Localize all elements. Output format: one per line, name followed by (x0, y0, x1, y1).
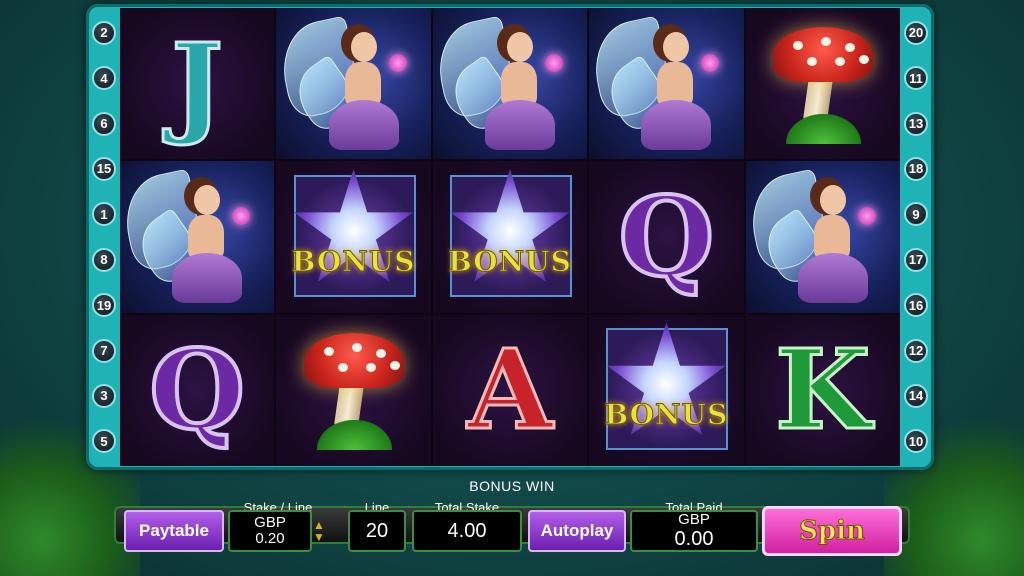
mushroom-symbol (768, 19, 878, 149)
payline-marker-left-6[interactable]: 6 (92, 111, 116, 136)
reel-cell: J (120, 8, 275, 160)
payline-marker-right-14[interactable]: 14 (904, 383, 928, 408)
bonus-symbol: BONUS (284, 167, 424, 307)
total-paid-field: GBP 0.00 (630, 510, 758, 552)
payline-markers-right: 20 11 13 18 9 17 16 12 14 10 (902, 10, 930, 464)
total-paid-value: 0.00 (674, 528, 714, 550)
reel-cell: BONUS (432, 161, 588, 313)
payline-marker-left-4[interactable]: 4 (92, 66, 116, 91)
paytable-button[interactable]: Paytable (124, 510, 224, 552)
reel-cell: BONUS (276, 161, 431, 313)
letter-symbol-j: J (170, 18, 225, 148)
stake-currency: GBP (254, 514, 286, 531)
letter-symbol-q: Q (616, 171, 716, 301)
bonus-symbol-label: BONUS (604, 398, 729, 432)
reel-cell (276, 314, 431, 466)
fairy-symbol (276, 14, 419, 154)
reel-cell (120, 161, 275, 313)
payline-marker-left-3[interactable]: 3 (92, 383, 116, 408)
letter-symbol-k: K (773, 325, 872, 455)
payline-marker-left-5[interactable]: 5 (92, 429, 116, 454)
payline-marker-right-12[interactable]: 12 (904, 338, 928, 363)
fairy-symbol (432, 14, 575, 154)
reel-cell (745, 161, 900, 313)
payline-marker-left-1[interactable]: 1 (92, 202, 116, 227)
bonus-symbol-label: BONUS (448, 244, 572, 278)
reel-cell (432, 8, 588, 160)
reel-cell (276, 8, 431, 160)
fairy-symbol (120, 167, 262, 307)
fairy-symbol (745, 167, 888, 307)
letter-symbol-a: A (466, 325, 554, 455)
payline-marker-left-7[interactable]: 7 (92, 338, 116, 363)
payline-markers-left: 2 4 6 15 1 8 19 7 3 5 (90, 10, 118, 464)
reel-grid: J BONUS BONUS Q Q A BONUS K (120, 8, 900, 466)
control-panel: BONUS WIN Paytable Stake / Line GBP 0.20… (114, 474, 910, 574)
bonus-symbol: BONUS (440, 167, 580, 307)
payline-marker-right-9[interactable]: 9 (904, 202, 928, 227)
bonus-symbol: BONUS (596, 320, 736, 460)
reel-cell: BONUS (589, 314, 744, 466)
bonus-symbol-label: BONUS (291, 244, 416, 278)
reel-cell: A (432, 314, 588, 466)
stake-down-icon[interactable]: ▼ (313, 531, 325, 543)
payline-marker-left-2[interactable]: 2 (92, 20, 116, 45)
total-stake-field: 4.00 (412, 510, 522, 552)
payline-marker-right-16[interactable]: 16 (904, 293, 928, 318)
fairy-symbol (589, 14, 731, 154)
payline-marker-right-11[interactable]: 11 (904, 66, 928, 91)
line-field: 20 (348, 510, 406, 552)
reel-cell (745, 8, 900, 160)
stake-stepper[interactable]: ▲ ▼ (310, 516, 328, 546)
spin-button[interactable]: Spin (762, 506, 902, 556)
stake-line-field: GBP 0.20 (228, 510, 312, 552)
total-paid-currency: GBP (678, 511, 710, 528)
mushroom-symbol (299, 325, 409, 455)
payline-marker-right-10[interactable]: 10 (904, 429, 928, 454)
reel-cell: Q (589, 161, 744, 313)
payline-marker-right-18[interactable]: 18 (904, 156, 928, 181)
payline-marker-left-19[interactable]: 19 (92, 293, 116, 318)
payline-marker-right-20[interactable]: 20 (904, 20, 928, 45)
payline-marker-left-15[interactable]: 15 (92, 156, 116, 181)
reel-cell: Q (120, 314, 275, 466)
letter-symbol-q: Q (147, 325, 247, 455)
payline-marker-right-13[interactable]: 13 (904, 111, 928, 136)
reel-frame: 2 4 6 15 1 8 19 7 3 5 J BONUS BONUS Q Q A BONUS K 20 11 13… (86, 4, 934, 470)
reel-cell: K (745, 314, 900, 466)
autoplay-button[interactable]: Autoplay (528, 510, 626, 552)
stake-value: 0.20 (255, 530, 285, 547)
bonus-win-label: BONUS WIN (469, 478, 555, 494)
payline-marker-left-8[interactable]: 8 (92, 247, 116, 272)
payline-marker-right-17[interactable]: 17 (904, 247, 928, 272)
reel-cell (589, 8, 744, 160)
